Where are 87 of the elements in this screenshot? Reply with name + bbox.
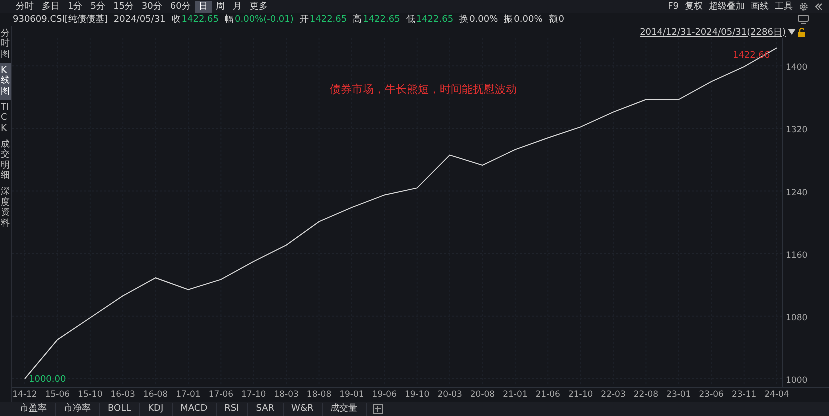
toolbar-button[interactable]: 画线 (751, 0, 769, 13)
toolbar-button[interactable]: 复权 (685, 0, 703, 13)
quote-label: 收 (172, 14, 181, 26)
x-axis-label: 20-03 (438, 390, 462, 400)
x-axis-label: 21-10 (568, 390, 594, 400)
y-axis-label: 1160 (786, 250, 808, 261)
quote-date: 2024/05/31 (114, 14, 166, 24)
quote-value: 1422.65 (310, 14, 348, 24)
indicator-tab[interactable]: 市盈率 (12, 402, 56, 416)
y-axis-label: 1000 (786, 376, 808, 386)
x-axis-label: 17-01 (176, 390, 201, 400)
y-axis-label: 1320 (786, 126, 808, 136)
period-tab[interactable]: 月 (228, 0, 246, 12)
quote-value: 1422.65 (363, 14, 400, 24)
period-tab[interactable]: 15分 (109, 0, 138, 12)
sidebar-tab[interactable]: TICK (0, 100, 11, 138)
quote-label: 额 (548, 14, 558, 26)
quote-label: 换 (460, 14, 469, 26)
toolbar-button[interactable]: 工具 (775, 0, 793, 13)
monitor-icon[interactable] (798, 15, 809, 24)
x-axis-label: 15-06 (45, 390, 70, 400)
period-tab[interactable]: 30分 (138, 0, 166, 12)
add-icon[interactable] (372, 404, 383, 414)
x-axis-label: 22-08 (634, 390, 659, 400)
quote-value: 0.00%(-0.01) (235, 14, 294, 24)
quote-label: 幅 (225, 14, 234, 26)
indicator-tab[interactable]: RSI (216, 402, 248, 416)
x-axis-label: 17-06 (208, 390, 234, 400)
y-axis-label: 1240 (786, 188, 808, 198)
period-tab[interactable]: 1分 (64, 0, 87, 12)
low-label: 1000.00 (29, 375, 66, 385)
period-tab[interactable]: 日 (194, 0, 212, 12)
x-axis-label: 21-01 (503, 390, 528, 400)
quote-label: 开 (300, 14, 309, 26)
period-tab[interactable]: 60分 (166, 0, 195, 12)
quote-value: 0.00% (470, 14, 498, 24)
period-tab[interactable]: 周 (212, 0, 229, 12)
toolbar-button[interactable]: 超级叠加 (709, 0, 745, 13)
x-axis-label: 18-08 (306, 390, 332, 400)
period-tab[interactable]: 5分 (86, 0, 110, 12)
x-axis-label: 21-06 (536, 390, 560, 400)
quote-label: 振 (504, 14, 514, 26)
quote-label: 低 (406, 14, 416, 26)
y-axis-label: 1080 (786, 313, 808, 324)
indicator-tab[interactable]: SAR (248, 402, 284, 416)
period-tab[interactable]: 分时 (12, 0, 38, 12)
sidebar-tab[interactable]: 深度资料 (0, 184, 11, 232)
x-axis-label: 23-11 (732, 390, 757, 400)
period-tab[interactable]: 多日 (38, 0, 64, 12)
indicator-tab[interactable]: W&R (284, 402, 323, 416)
indicator-tab[interactable]: MACD (172, 402, 217, 416)
sidebar-tab[interactable]: 分时图 (0, 26, 11, 64)
x-axis-label: 22-03 (601, 390, 626, 400)
quote-value: 0.00% (514, 14, 543, 24)
quote-value: 1422.65 (416, 14, 454, 24)
indicator-tab[interactable]: 成交量 (322, 402, 367, 416)
settings-icon[interactable] (799, 2, 809, 12)
x-axis-label: 19-01 (340, 390, 364, 400)
indicator-tab[interactable]: KDJ (140, 402, 173, 416)
x-axis-label: 24-04 (764, 390, 790, 400)
sidebar-tab[interactable]: 成交明细 (0, 137, 11, 184)
sidebar-tab[interactable]: K线图 (0, 63, 11, 100)
x-axis-label: 19-10 (405, 390, 430, 400)
x-axis-label: 16-08 (143, 390, 168, 400)
x-axis-label: 23-06 (699, 390, 724, 400)
quote-value: 0 (558, 14, 564, 24)
x-axis-label: 20-08 (470, 390, 496, 400)
dropdown-icon[interactable] (788, 28, 796, 36)
indicator-tab[interactable]: 市净率 (56, 402, 100, 416)
y-axis-label: 1400 (786, 63, 808, 74)
x-axis-label: 23-01 (666, 390, 692, 400)
indicator-tab[interactable]: BOLL (100, 402, 140, 416)
x-axis-label: 15-10 (78, 390, 103, 400)
x-axis-label: 19-06 (372, 390, 397, 400)
date-range[interactable]: 2014/12/31-2024/05/31(2286日) (640, 26, 786, 38)
quote-label: 高 (353, 14, 362, 26)
x-axis-label: 14-12 (12, 390, 38, 400)
toolbar-button[interactable]: F9 (668, 2, 679, 12)
chart-annotation: 债券市场，牛长熊短，时间能抚慰波动 (330, 83, 517, 96)
quote-value: 1422.65 (182, 14, 219, 24)
x-axis-label: 18-03 (274, 390, 299, 400)
collapse-icon[interactable] (815, 2, 823, 10)
security-code: 930609.CSI[纯债债基] (13, 14, 108, 26)
x-axis-label: 16-03 (110, 390, 136, 400)
period-tab[interactable]: 更多 (246, 0, 272, 12)
lock-icon[interactable] (798, 28, 806, 36)
x-axis-label: 17-10 (242, 390, 266, 400)
